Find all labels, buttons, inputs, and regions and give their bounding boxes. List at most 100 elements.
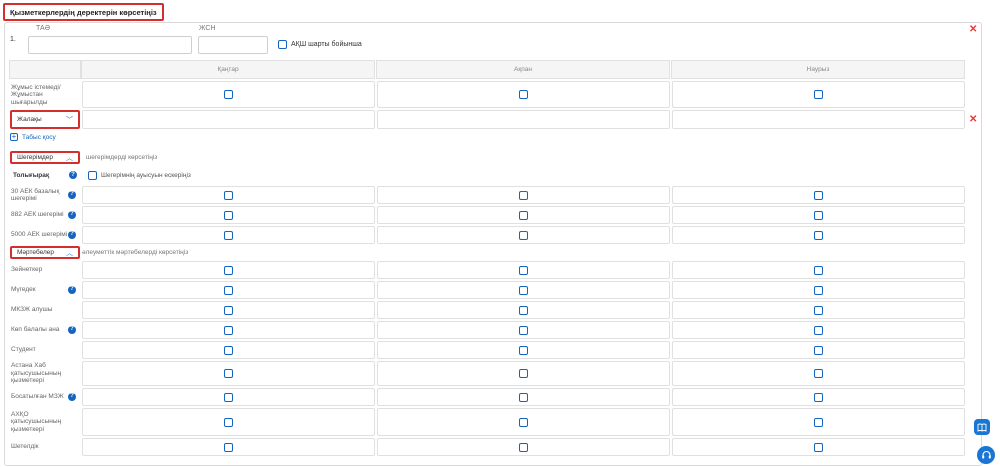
not-working-checkbox-2[interactable] [519,90,528,99]
book-icon[interactable] [974,419,990,435]
status-cell[interactable] [377,361,670,386]
deduction-checkbox[interactable] [814,190,823,200]
status-checkbox[interactable] [814,392,823,402]
not-working-cell-3[interactable] [672,81,965,108]
help-icon[interactable]: ? [68,286,76,294]
help-icon[interactable]: ? [68,393,76,401]
status-cell[interactable] [82,438,375,456]
status-checkbox[interactable] [814,265,823,275]
status-checkbox[interactable] [519,417,528,427]
status-checkbox[interactable] [814,285,823,295]
status-cell[interactable] [377,438,670,456]
deduction-cell[interactable] [82,206,375,224]
status-cell[interactable] [377,341,670,359]
deduction-cell[interactable] [672,206,965,224]
status-checkbox[interactable] [519,345,528,355]
status-checkbox[interactable] [224,285,233,295]
status-checkbox[interactable] [224,305,233,315]
status-checkbox[interactable] [224,442,233,452]
not-working-cell-2[interactable] [377,81,670,108]
deductions-toggle[interactable]: Шегерімдер ︿ [10,151,80,164]
income-input-1[interactable] [82,110,375,129]
add-income-button[interactable]: + Табыс қосу [10,133,56,141]
deduction-checkbox[interactable] [814,210,823,220]
status-checkbox[interactable] [224,417,233,427]
deduction-cell[interactable] [672,226,965,244]
status-cell[interactable] [82,301,375,319]
not-working-checkbox-1[interactable] [224,90,233,99]
status-cell[interactable] [82,261,375,279]
status-cell[interactable] [672,438,965,456]
deduction-checkbox[interactable] [224,230,233,240]
deduction-checkbox[interactable] [519,230,528,240]
status-cell[interactable] [82,321,375,339]
status-cell[interactable] [672,301,965,319]
not-working-cell-1[interactable] [82,81,375,108]
jsn-input[interactable] [198,36,268,54]
status-cell[interactable] [672,341,965,359]
deduction-cell[interactable] [377,186,670,204]
deduction-checkbox[interactable] [814,230,823,240]
status-checkbox[interactable] [519,325,528,335]
status-checkbox[interactable] [814,369,823,378]
status-cell[interactable] [377,301,670,319]
status-cell[interactable] [377,388,670,406]
deduction-carry-checkbox[interactable] [88,171,97,180]
status-cell[interactable] [377,321,670,339]
status-cell[interactable] [672,321,965,339]
status-checkbox[interactable] [519,265,528,275]
status-cell[interactable] [672,388,965,406]
deduction-checkbox[interactable] [224,190,233,200]
status-checkbox[interactable] [519,285,528,295]
status-cell[interactable] [377,408,670,436]
help-icon[interactable]: ? [68,326,76,334]
status-cell[interactable] [377,261,670,279]
income-type-select[interactable]: Жалақы ﹀ [10,110,80,129]
deduction-cell[interactable] [82,186,375,204]
status-checkbox[interactable] [814,305,823,315]
status-checkbox[interactable] [224,325,233,335]
income-input-3[interactable] [672,110,965,129]
status-cell[interactable] [672,408,965,436]
remove-income-icon[interactable]: ✕ [969,115,977,125]
status-cell[interactable] [82,341,375,359]
status-checkbox[interactable] [224,265,233,275]
status-checkbox[interactable] [224,369,233,378]
deduction-cell[interactable] [82,226,375,244]
status-cell[interactable] [672,361,965,386]
usa-contract-option[interactable]: АҚШ шарты бойынша [278,40,362,49]
status-checkbox[interactable] [814,345,823,355]
status-cell[interactable] [82,361,375,386]
deduction-checkbox[interactable] [224,210,233,220]
remove-employee-icon[interactable]: ✕ [969,25,977,35]
help-icon[interactable]: ? [68,211,76,219]
status-checkbox[interactable] [224,345,233,355]
statuses-toggle[interactable]: Мәртебелер ︿ [10,246,80,259]
deduction-checkbox[interactable] [519,190,528,200]
deduction-cell[interactable] [377,226,670,244]
help-icon[interactable]: ? [68,191,76,199]
status-cell[interactable] [672,281,965,299]
support-headset-icon[interactable] [977,446,995,464]
status-checkbox[interactable] [814,417,823,427]
deduction-carry-option[interactable]: Шегерімнің ауысуын ескеріңіз [88,171,191,180]
status-cell[interactable] [82,408,375,436]
status-checkbox[interactable] [814,325,823,335]
status-checkbox[interactable] [224,392,233,402]
status-cell[interactable] [82,281,375,299]
help-icon[interactable]: ? [69,171,77,179]
status-checkbox[interactable] [519,369,528,378]
status-checkbox[interactable] [519,392,528,402]
usa-contract-checkbox[interactable] [278,40,287,49]
help-icon[interactable]: ? [68,231,76,239]
deduction-cell[interactable] [672,186,965,204]
status-checkbox[interactable] [519,442,528,452]
status-checkbox[interactable] [814,442,823,452]
status-cell[interactable] [672,261,965,279]
deduction-cell[interactable] [377,206,670,224]
not-working-checkbox-3[interactable] [814,90,823,99]
tao-input[interactable] [28,36,192,54]
status-checkbox[interactable] [519,305,528,315]
deduction-checkbox[interactable] [519,210,528,220]
income-input-2[interactable] [377,110,670,129]
